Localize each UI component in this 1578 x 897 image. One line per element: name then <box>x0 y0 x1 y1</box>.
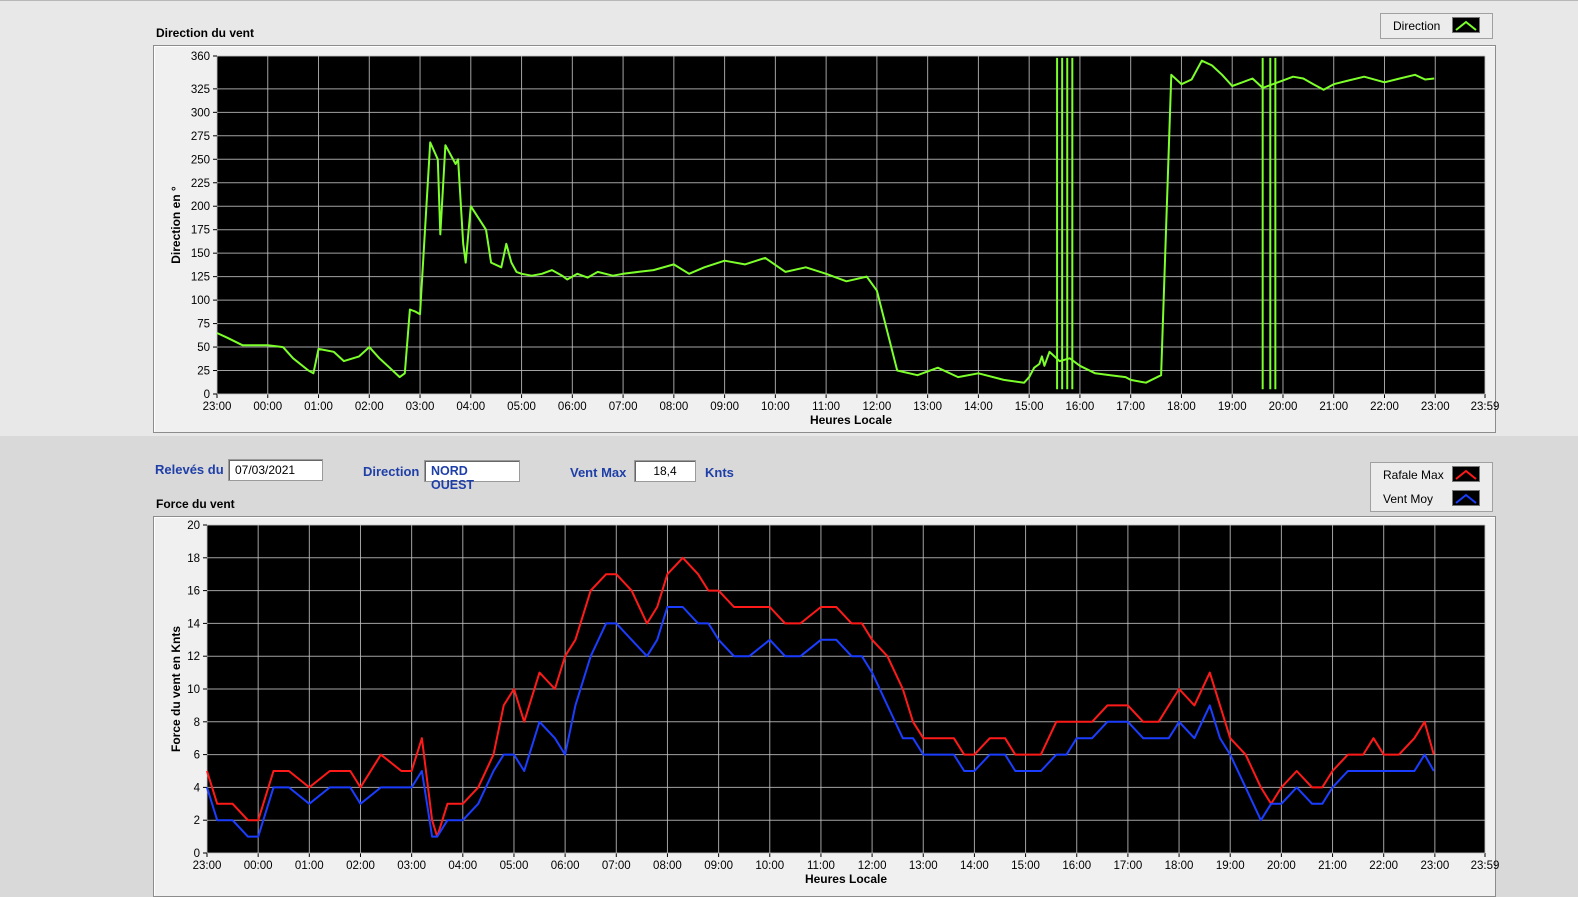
legend-label-direction: Direction <box>1393 19 1441 33</box>
legend-swatch-rafale-max <box>1452 466 1480 482</box>
legend-item-rafale-max[interactable]: Rafale Max <box>1371 463 1492 487</box>
legend-label-vent-moy: Vent Moy <box>1383 492 1434 506</box>
force-legend: Rafale Max Vent Moy <box>1370 462 1493 512</box>
date-field[interactable]: 07/03/2021 <box>228 459 323 481</box>
legend-item-direction[interactable]: Direction <box>1381 14 1492 38</box>
vent-max-unit: Knts <box>705 465 734 480</box>
legend-swatch-vent-moy <box>1452 490 1480 506</box>
direction-legend: Direction <box>1380 13 1493 39</box>
direction-chart-frame <box>153 45 1496 433</box>
direction-label: Direction <box>363 464 420 479</box>
force-chart-frame <box>153 516 1496 897</box>
direction-panel-title: Direction du vent <box>156 26 255 40</box>
vent-max-label: Vent Max <box>570 465 627 480</box>
force-panel-title: Force du vent <box>156 497 235 511</box>
date-label: Relevés du <box>155 462 224 477</box>
legend-swatch-direction <box>1452 17 1480 33</box>
legend-item-vent-moy[interactable]: Vent Moy <box>1371 487 1492 511</box>
legend-label-rafale-max: Rafale Max <box>1383 468 1444 482</box>
direction-field[interactable]: NORD OUEST <box>424 460 520 492</box>
vent-max-field[interactable]: 18,4 <box>634 460 696 482</box>
